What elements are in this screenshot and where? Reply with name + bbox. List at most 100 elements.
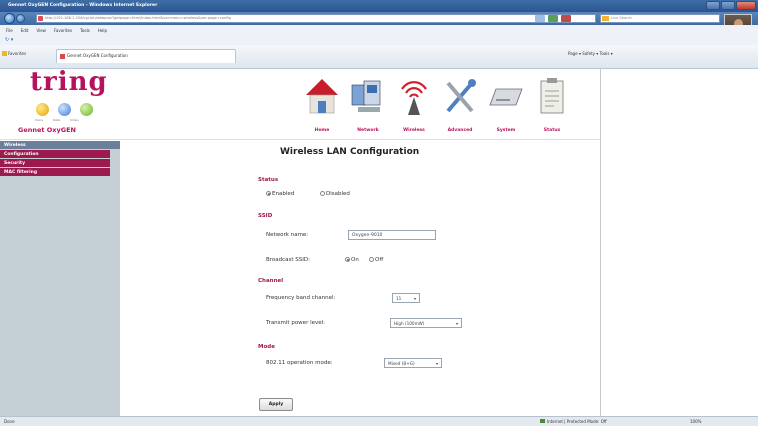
operation-mode-value: Mixed (B+G) (388, 361, 415, 366)
status-text: Done (4, 419, 15, 424)
nav-wireless[interactable]: Wireless (392, 75, 436, 137)
home-icon (306, 79, 338, 114)
page-header: tring Voice Data Video Gennet OxyGEN Hom… (0, 67, 600, 140)
channel-heading: Channel (258, 278, 284, 284)
frequency-channel-label: Frequency band channel: (266, 295, 336, 301)
nav-system[interactable]: System (484, 75, 528, 137)
logo-dots (36, 103, 93, 116)
chevron-down-icon: ▾ (435, 361, 438, 366)
brand-name: Gennet OxyGEN (18, 126, 76, 134)
sidebar-heading-wireless[interactable]: Wireless (0, 141, 120, 150)
wireless-antenna-icon (401, 81, 427, 115)
nav-wireless-label: Wireless (403, 128, 425, 133)
broadcast-on-label: On (351, 257, 359, 263)
broadcast-on-radio[interactable] (345, 257, 350, 262)
network-name-input[interactable]: Oxygen-9010 (348, 230, 436, 240)
refresh-icon[interactable] (548, 15, 558, 22)
status-disabled-option[interactable]: Disabled (320, 191, 350, 197)
router-config-page: tring Voice Data Video Gennet OxyGEN Hom… (0, 67, 600, 416)
forward-button[interactable] (16, 14, 25, 23)
chevron-down-icon: ▾ (455, 321, 458, 326)
system-icon (489, 88, 523, 106)
menu-item-favorites[interactable]: Favorites (54, 28, 72, 33)
minimize-button[interactable] (706, 1, 720, 10)
transmit-power-value: High (100mW) (394, 321, 425, 326)
zoom-level[interactable]: 100% (690, 419, 701, 424)
search-placeholder: Live Search (611, 16, 632, 20)
security-zone[interactable]: Internet | Protected Mode: Off (540, 419, 607, 424)
window-controls (706, 1, 756, 11)
sidebar-item-security[interactable]: Security (0, 159, 110, 168)
menu-item-edit[interactable]: Edit (21, 28, 29, 33)
clipboard-icon (540, 78, 564, 114)
broadcast-off-radio[interactable] (369, 257, 374, 262)
brand-logo: tring (30, 67, 108, 97)
logo-dot-label: Data (52, 118, 61, 122)
command-bar[interactable]: Page ▾ Safety ▾ Tools ▾ (568, 51, 613, 56)
favorites-bar: Favorites Gennet OxyGEN Configuration Pa… (0, 45, 758, 69)
ssid-heading: SSID (258, 213, 273, 219)
browser-tab-title: Gennet OxyGEN Configuration (67, 53, 128, 58)
operation-mode-label: 802.11 operation mode: (266, 360, 333, 366)
status-enabled-label: Enabled (272, 191, 295, 197)
broadcast-off-option[interactable]: Off (369, 257, 383, 263)
nav-network[interactable]: Network (346, 75, 390, 137)
status-enabled-option[interactable]: Enabled (266, 191, 294, 197)
main-content: Wireless LAN Configuration Status Enable… (120, 141, 600, 416)
links-dropdown-icon[interactable]: ↻ ▾ (5, 37, 13, 43)
sidebar-item-configuration[interactable]: Configuration (0, 150, 110, 159)
transmit-power-label: Transmit power level: (266, 320, 326, 326)
logo-dot-labels: Voice Data Video (35, 118, 79, 122)
sidebar-item-mac-filtering[interactable]: MAC filtering (0, 168, 110, 177)
compatibility-icon[interactable] (535, 15, 545, 22)
address-input[interactable]: http://192.168.1.254/cgi-bin/webproc?get… (36, 14, 596, 23)
broadcast-on-option[interactable]: On (345, 257, 359, 263)
sidebar: Wireless Configuration Security MAC filt… (0, 141, 120, 416)
browser-tab[interactable]: Gennet OxyGEN Configuration (56, 49, 236, 63)
window-title: Gennet OxyGEN Configuration - Windows In… (8, 3, 158, 8)
links-bar: ↻ ▾ (0, 35, 758, 45)
nav-network-label: Network (357, 128, 379, 133)
operation-mode-select[interactable]: Mixed (B+G) ▾ (384, 358, 442, 368)
broadcast-ssid-label: Broadcast SSID: (266, 257, 310, 263)
menu-item-view[interactable]: View (36, 28, 46, 33)
frequency-channel-select[interactable]: 11 ▾ (392, 293, 420, 303)
back-button[interactable] (4, 13, 15, 24)
network-icon (351, 80, 381, 112)
menu-item-help[interactable]: Help (98, 28, 107, 33)
status-enabled-radio[interactable] (266, 191, 271, 196)
menu-bar: File Edit View Favorites Tools Help (0, 25, 758, 35)
page-title: Wireless LAN Configuration (280, 147, 420, 157)
maximize-button[interactable] (721, 1, 735, 10)
nav-home-label: Home (314, 128, 330, 133)
address-actions (535, 15, 571, 22)
nav-advanced[interactable]: Advanced (438, 75, 482, 137)
favorites-star-icon[interactable] (2, 51, 7, 56)
address-bar-row: http://192.168.1.254/cgi-bin/webproc?get… (0, 12, 758, 25)
menu-item-tools[interactable]: Tools (80, 28, 90, 33)
tools-icon (446, 79, 476, 113)
voice-dot-icon (36, 103, 49, 116)
data-dot-icon (58, 103, 71, 116)
search-input[interactable]: Live Search (600, 14, 720, 23)
stop-icon[interactable] (561, 15, 571, 22)
transmit-power-select[interactable]: High (100mW) ▾ (390, 318, 462, 328)
status-disabled-radio[interactable] (320, 191, 325, 196)
status-bar: Done Internet | Protected Mode: Off 100% (0, 416, 758, 426)
apply-button[interactable]: Apply (259, 398, 293, 411)
network-name-label: Network name: (266, 232, 309, 238)
frequency-channel-value: 11 (396, 296, 402, 301)
nav-status-label: Status (543, 128, 561, 133)
page-right-panel (600, 69, 758, 416)
chevron-down-icon: ▾ (413, 296, 416, 301)
nav-advanced-label: Advanced (447, 128, 473, 133)
nav-status[interactable]: Status (530, 75, 574, 137)
nav-home[interactable]: Home (300, 75, 344, 137)
status-disabled-label: Disabled (326, 191, 350, 197)
network-name-value: Oxygen-9010 (352, 233, 383, 238)
page-viewport: tring Voice Data Video Gennet OxyGEN Hom… (0, 67, 758, 416)
logo-dot-label: Voice (35, 118, 43, 122)
menu-item-file[interactable]: File (6, 28, 13, 33)
close-button[interactable] (736, 1, 756, 10)
favorites-label[interactable]: Favorites (8, 51, 26, 56)
